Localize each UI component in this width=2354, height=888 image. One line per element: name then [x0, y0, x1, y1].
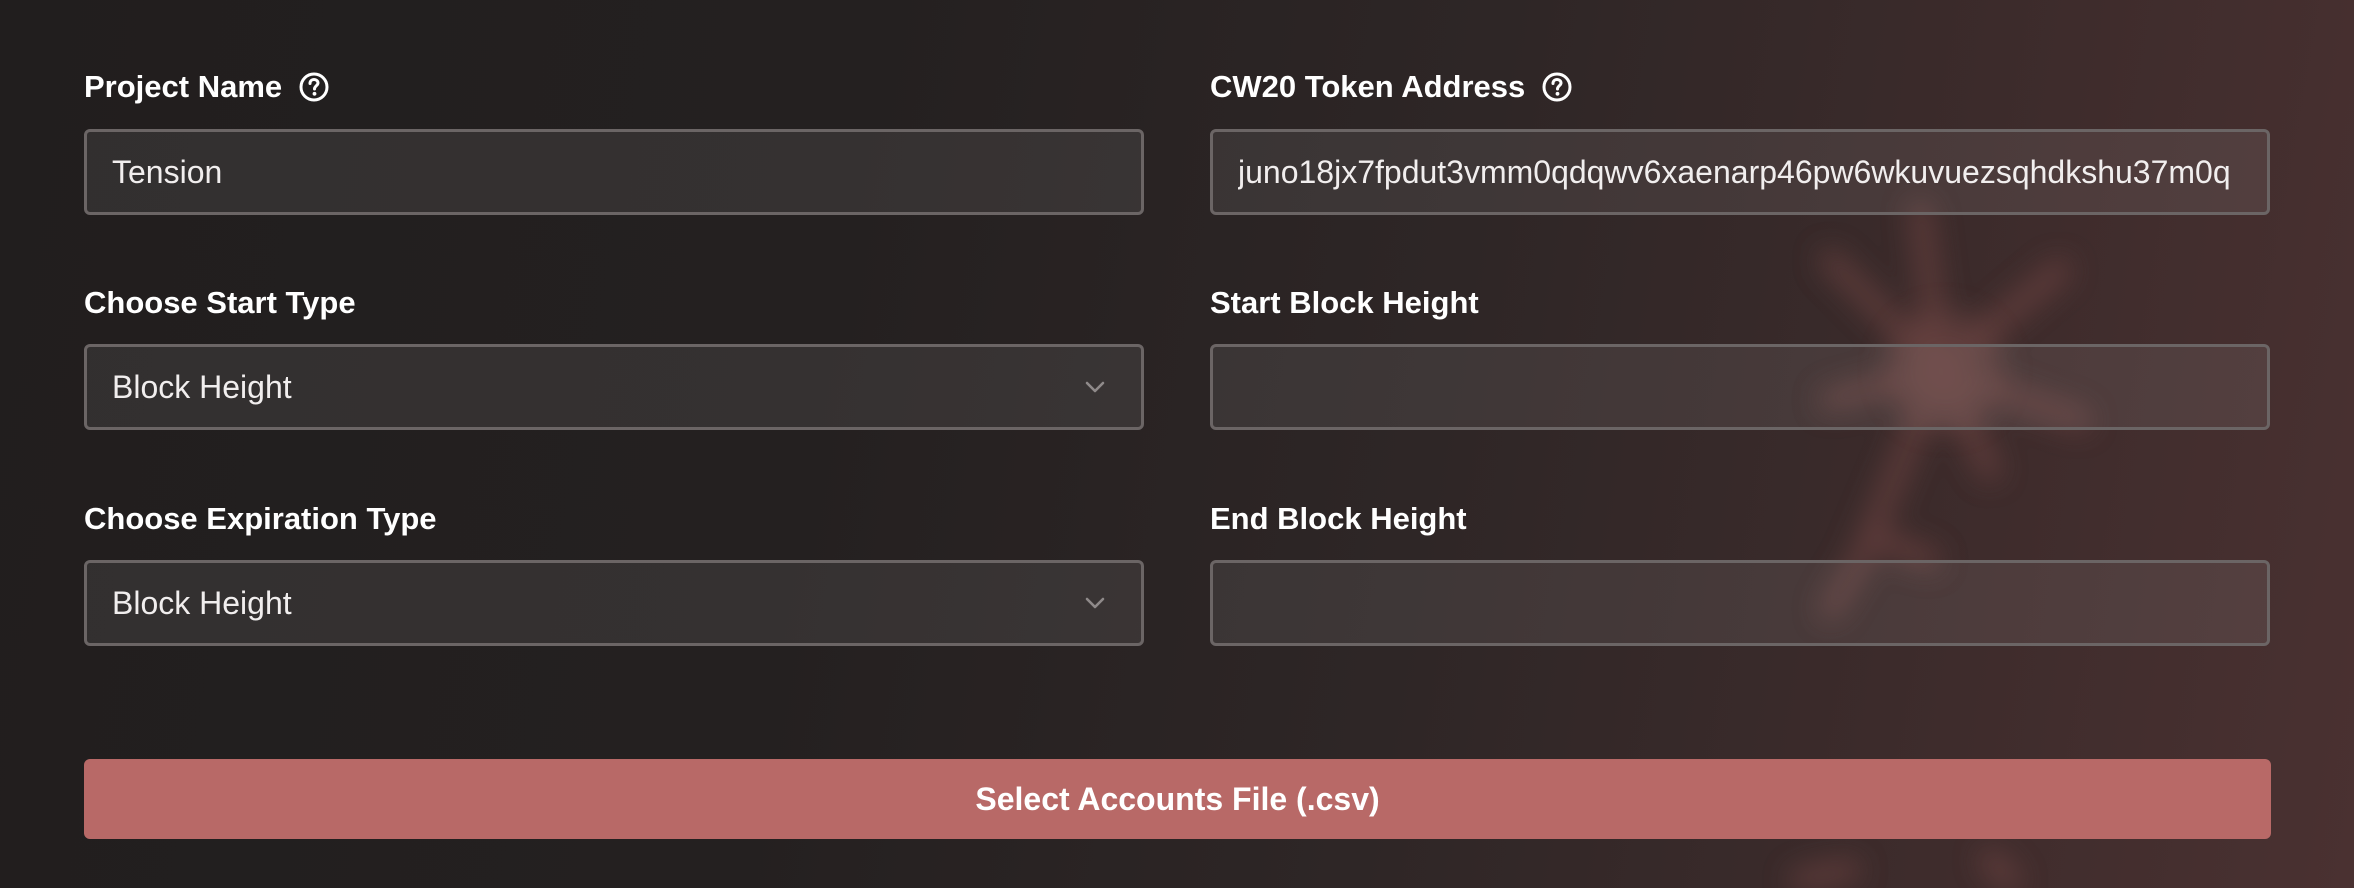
select-accounts-file-button[interactable]: Select Accounts File (.csv) [84, 759, 2271, 839]
expiration-type-selected: Block Height [112, 584, 292, 621]
start-type-label: Choose Start Type [84, 283, 356, 323]
start-type-select[interactable]: Block Height [84, 344, 1144, 430]
token-address-input[interactable]: juno18jx7fpdut3vmm0qdqwv6xaenarp46pw6wku… [1210, 129, 2270, 215]
start-block-height-label: Start Block Height [1210, 283, 1479, 323]
question-circle-icon[interactable] [1541, 71, 1573, 103]
start-block-height-input[interactable] [1210, 344, 2270, 430]
end-block-height-label: End Block Height [1210, 499, 1467, 539]
project-name-value: Tension [112, 153, 223, 190]
project-name-label: Project Name [84, 67, 330, 107]
expiration-type-label: Choose Expiration Type [84, 499, 437, 539]
end-block-height-input[interactable] [1210, 560, 2270, 646]
start-block-height-label-text: Start Block Height [1210, 285, 1479, 320]
expiration-type-label-text: Choose Expiration Type [84, 501, 437, 536]
chevron-down-icon [1085, 597, 1105, 609]
end-block-height-label-text: End Block Height [1210, 501, 1467, 536]
question-circle-icon[interactable] [298, 71, 330, 103]
project-name-label-text: Project Name [84, 69, 283, 104]
token-address-label: CW20 Token Address [1210, 67, 1573, 107]
token-address-label-text: CW20 Token Address [1210, 69, 1526, 104]
project-name-input[interactable]: Tension [84, 129, 1144, 215]
chevron-down-icon [1085, 381, 1105, 393]
start-type-label-text: Choose Start Type [84, 285, 356, 320]
start-type-selected: Block Height [112, 368, 292, 405]
expiration-type-select[interactable]: Block Height [84, 560, 1144, 646]
token-address-value: juno18jx7fpdut3vmm0qdqwv6xaenarp46pw6wku… [1238, 153, 2231, 190]
select-accounts-file-button-label: Select Accounts File (.csv) [975, 780, 1380, 817]
